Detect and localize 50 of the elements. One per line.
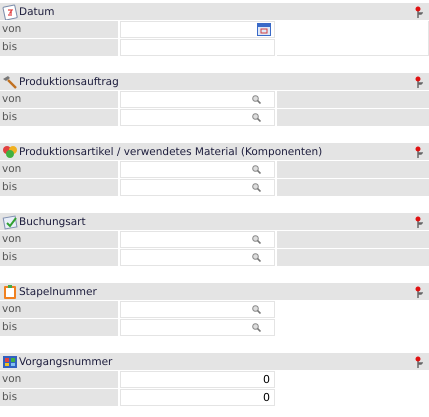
input-field[interactable]: 0 bbox=[120, 371, 275, 388]
input-field[interactable] bbox=[120, 179, 275, 196]
input-field[interactable] bbox=[120, 301, 275, 318]
calendar-icon bbox=[2, 4, 18, 20]
search-icon[interactable] bbox=[252, 323, 261, 332]
pin-icon[interactable] bbox=[415, 216, 423, 228]
input-field[interactable] bbox=[120, 21, 275, 38]
section-title: Vorgangsnummer bbox=[19, 356, 114, 368]
field-label: von bbox=[0, 161, 118, 178]
section-title: Produktionsauftrag bbox=[19, 76, 120, 88]
grid-icon bbox=[2, 354, 18, 370]
field-label: von bbox=[0, 21, 118, 38]
section-title: Produktionsartikel / verwendetes Material (Komponenten) bbox=[19, 146, 324, 158]
search-icon[interactable] bbox=[252, 95, 261, 104]
pin-icon[interactable] bbox=[415, 286, 423, 298]
search-icon[interactable] bbox=[252, 305, 261, 314]
search-icon[interactable] bbox=[252, 113, 261, 122]
section-title: Datum bbox=[19, 6, 56, 18]
hammer-icon bbox=[2, 74, 18, 90]
input-field[interactable] bbox=[120, 39, 275, 56]
field-label: von bbox=[0, 231, 118, 248]
field-label: bis bbox=[0, 389, 118, 406]
field-label: bis bbox=[0, 249, 118, 266]
pin-icon[interactable] bbox=[415, 76, 423, 88]
search-icon[interactable] bbox=[252, 183, 261, 192]
input-field[interactable] bbox=[120, 109, 275, 126]
search-icon[interactable] bbox=[252, 165, 261, 174]
input-field[interactable] bbox=[120, 161, 275, 178]
section-title: Buchungsart bbox=[19, 216, 87, 228]
input-field[interactable]: 0 bbox=[120, 389, 275, 406]
input-field[interactable] bbox=[120, 91, 275, 108]
field-label: bis bbox=[0, 319, 118, 336]
field-label: von bbox=[0, 371, 118, 388]
field-label: von bbox=[0, 91, 118, 108]
clipboard-icon bbox=[2, 284, 18, 300]
input-field[interactable] bbox=[120, 231, 275, 248]
field-label: von bbox=[0, 301, 118, 318]
search-icon[interactable] bbox=[252, 253, 261, 262]
checklist-icon bbox=[2, 214, 18, 230]
section-title: Stapelnummer bbox=[19, 286, 98, 298]
calendar-button-icon[interactable] bbox=[257, 23, 271, 36]
pin-icon[interactable] bbox=[415, 146, 423, 158]
field-label: bis bbox=[0, 179, 118, 196]
pin-icon[interactable] bbox=[415, 6, 423, 18]
input-field[interactable] bbox=[120, 319, 275, 336]
input-field[interactable] bbox=[120, 249, 275, 266]
field-label: bis bbox=[0, 39, 118, 56]
pin-icon[interactable] bbox=[415, 356, 423, 368]
field-label: bis bbox=[0, 109, 118, 126]
search-icon[interactable] bbox=[252, 235, 261, 244]
